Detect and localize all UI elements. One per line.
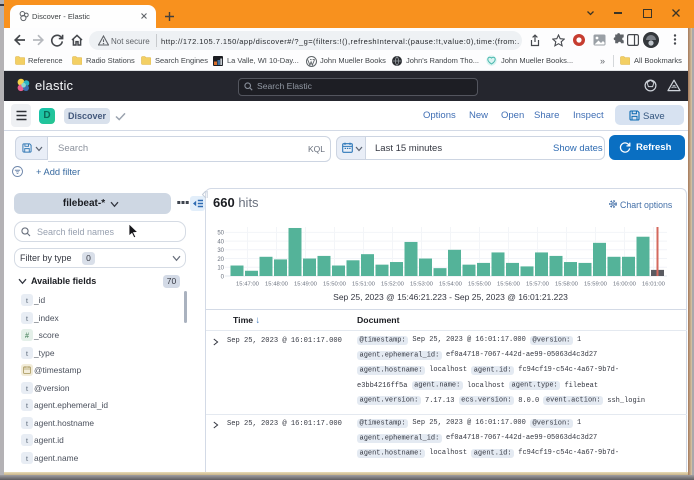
svg-text:0: 0 <box>221 274 225 280</box>
svg-text:15:59:00: 15:59:00 <box>584 282 608 288</box>
svg-text:15:55:00: 15:55:00 <box>468 282 492 288</box>
svg-text:15:54:00: 15:54:00 <box>439 282 463 288</box>
svg-text:10: 10 <box>217 266 224 272</box>
svg-text:15:51:00: 15:51:00 <box>352 282 376 288</box>
svg-text:50: 50 <box>217 231 224 237</box>
svg-text:15:56:00: 15:56:00 <box>497 282 521 288</box>
svg-text:15:49:00: 15:49:00 <box>294 282 318 288</box>
svg-text:20: 20 <box>217 257 224 263</box>
svg-text:40: 40 <box>217 239 224 245</box>
svg-text:15:53:00: 15:53:00 <box>410 282 434 288</box>
svg-text:16:01:00: 16:01:00 <box>642 282 666 288</box>
svg-text:30: 30 <box>217 248 224 254</box>
svg-text:15:47:00: 15:47:00 <box>236 282 260 288</box>
svg-text:15:58:00: 15:58:00 <box>555 282 579 288</box>
svg-text:15:48:00: 15:48:00 <box>265 282 289 288</box>
svg-text:16:00:00: 16:00:00 <box>613 282 637 288</box>
svg-text:15:57:00: 15:57:00 <box>526 282 550 288</box>
svg-text:15:50:00: 15:50:00 <box>323 282 347 288</box>
svg-text:15:52:00: 15:52:00 <box>381 282 405 288</box>
